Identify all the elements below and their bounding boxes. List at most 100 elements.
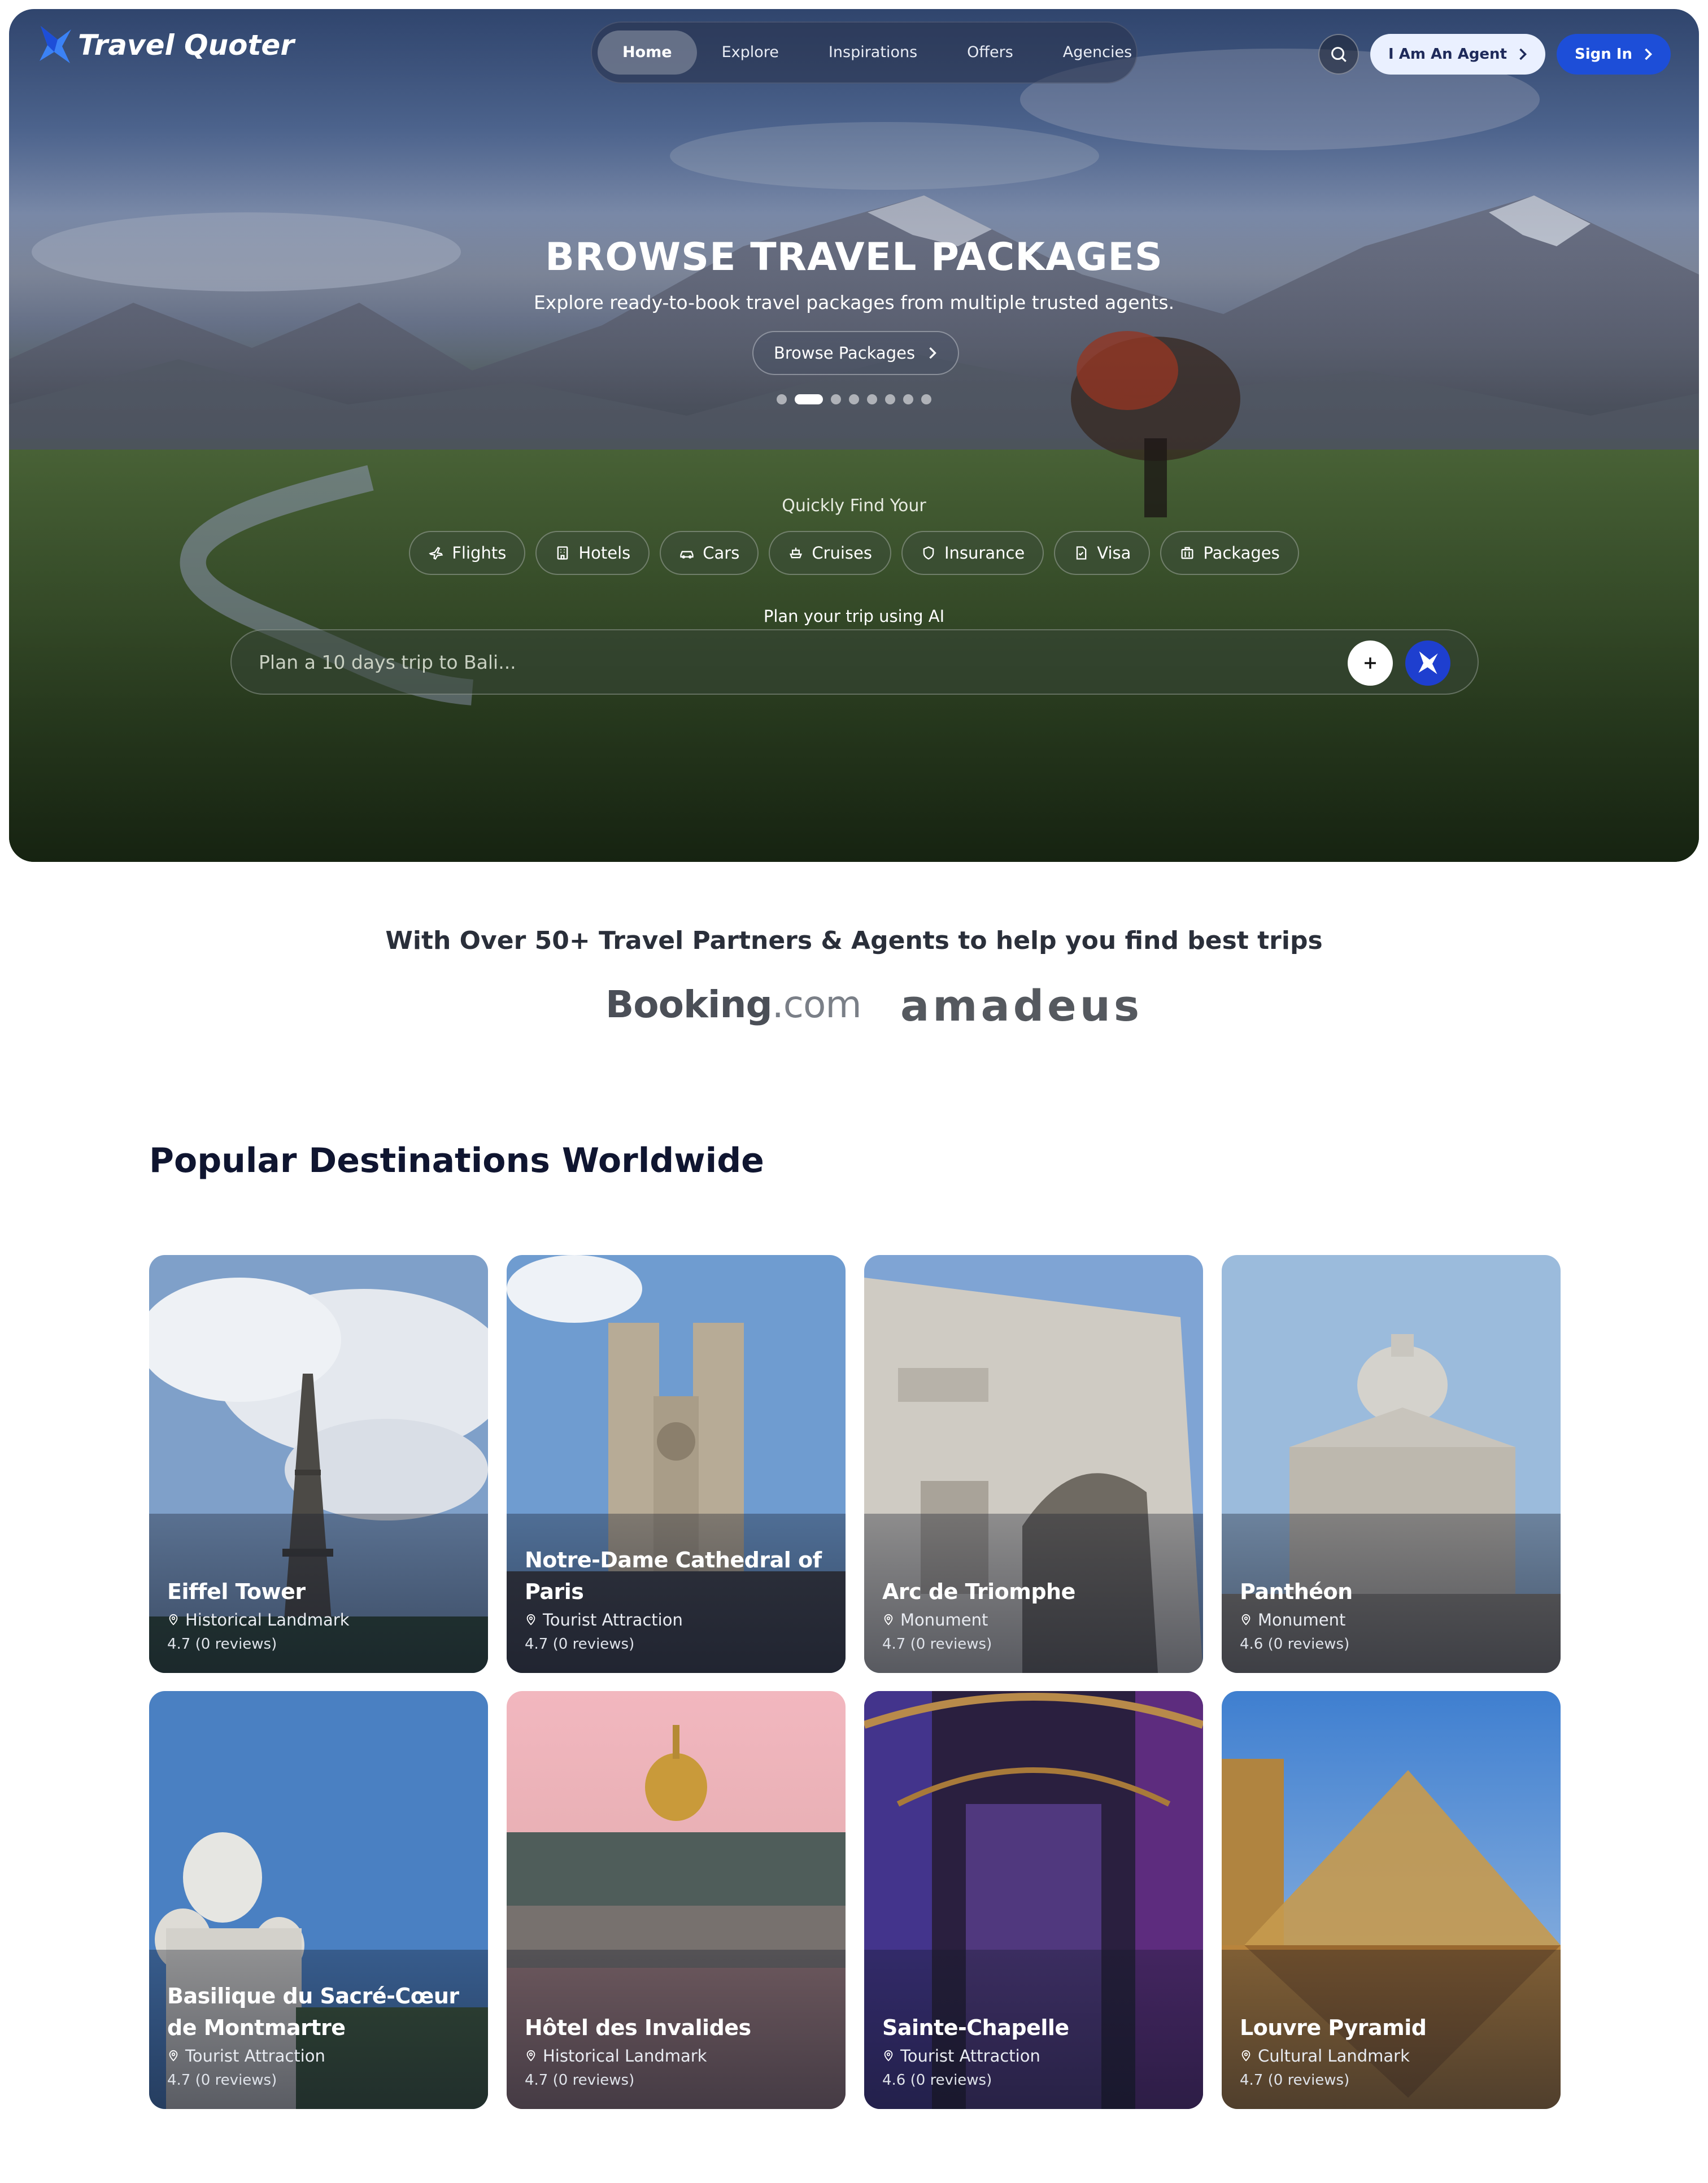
agent-button-label: I Am An Agent: [1388, 46, 1507, 63]
destinations-grid: Eiffel Tower Historical Landmark 4.7 (0 …: [149, 1255, 1561, 2109]
destination-name: Hôtel des Invalides: [525, 2015, 751, 2040]
destination-category-label: Historical Landmark: [543, 2046, 707, 2066]
main-nav: Home Explore Inspirations Offers Agencie…: [591, 21, 1138, 84]
carousel-dot[interactable]: [885, 394, 895, 404]
chip-label: Cars: [703, 543, 740, 563]
carousel-dot[interactable]: [831, 394, 841, 404]
sign-in-label: Sign In: [1575, 46, 1632, 63]
agent-button[interactable]: I Am An Agent: [1370, 34, 1545, 75]
chip-hotels[interactable]: Hotels: [535, 531, 650, 575]
destination-card-arc-de-triomphe[interactable]: Arc de Triomphe Monument 4.7 (0 reviews): [864, 1255, 1203, 1673]
chip-label: Insurance: [944, 543, 1025, 563]
location-pin-icon: [169, 1614, 178, 1626]
carousel-dot[interactable]: [903, 394, 913, 404]
destination-card-invalides[interactable]: Hôtel des Invalides Historical Landmark …: [507, 1691, 846, 2109]
destination-name: Sainte-Chapelle: [882, 2015, 1069, 2040]
location-pin-icon: [1241, 1614, 1250, 1626]
nav-item-agencies[interactable]: Agencies: [1038, 30, 1157, 75]
destinations-title: Popular Destinations Worldwide: [149, 1141, 764, 1180]
destination-name: Basilique du Sacré-Cœur de Montmartre: [167, 1984, 459, 2040]
card-info: Hôtel des Invalides Historical Landmark …: [525, 2012, 832, 2092]
destination-card-eiffel-tower[interactable]: Eiffel Tower Historical Landmark 4.7 (0 …: [149, 1255, 488, 1673]
quick-find-label: Quickly Find Your: [782, 496, 926, 516]
destination-category-label: Monument: [900, 1610, 988, 1629]
chevron-right-icon: [1519, 48, 1527, 60]
card-info: Panthéon Monument 4.6 (0 reviews): [1240, 1576, 1547, 1656]
hero-subtitle: Explore ready-to-book travel packages fr…: [533, 291, 1175, 313]
destination-card-sainte-chapelle[interactable]: Sainte-Chapelle Tourist Attraction 4.6 (…: [864, 1691, 1203, 2109]
add-attachment-button[interactable]: [1348, 640, 1393, 686]
carousel-dot[interactable]: [921, 394, 931, 404]
chip-insurance[interactable]: Insurance: [901, 531, 1044, 575]
destination-name: Louvre Pyramid: [1240, 2015, 1427, 2040]
location-pin-icon: [526, 1614, 535, 1626]
destination-category-label: Tourist Attraction: [900, 2046, 1040, 2066]
browse-packages-button[interactable]: Browse Packages: [752, 331, 959, 375]
location-pin-icon: [884, 2050, 893, 2062]
destination-category: Tourist Attraction: [882, 2043, 1190, 2068]
nav-item-explore[interactable]: Explore: [697, 30, 804, 75]
carousel-dot[interactable]: [849, 394, 859, 404]
card-info: Louvre Pyramid Cultural Landmark 4.7 (0 …: [1240, 2012, 1547, 2092]
carousel-dot[interactable]: [795, 394, 823, 404]
nav-item-inspirations[interactable]: Inspirations: [804, 30, 942, 75]
nav-actions: I Am An Agent Sign In: [1318, 34, 1671, 75]
building-icon: [557, 546, 568, 560]
ai-planner-label: Plan your trip using AI: [763, 607, 945, 626]
plane-icon: [429, 547, 443, 560]
destination-card-louvre-pyramid[interactable]: Louvre Pyramid Cultural Landmark 4.7 (0 …: [1222, 1691, 1561, 2109]
card-info: Sainte-Chapelle Tourist Attraction 4.6 (…: [882, 2012, 1190, 2092]
destination-category-label: Monument: [1258, 1610, 1346, 1629]
destination-category: Historical Landmark: [167, 1607, 474, 1632]
destination-category: Cultural Landmark: [1240, 2043, 1547, 2068]
destination-rating: 4.7 (0 reviews): [167, 1636, 277, 1653]
destination-rating: 4.7 (0 reviews): [882, 1636, 992, 1653]
nav-item-offers[interactable]: Offers: [942, 30, 1038, 75]
destination-rating: 4.7 (0 reviews): [1240, 2072, 1350, 2089]
ai-submit-button[interactable]: [1405, 640, 1450, 686]
card-info: Arc de Triomphe Monument 4.7 (0 reviews): [882, 1576, 1190, 1656]
carousel-dot[interactable]: [867, 394, 877, 404]
chip-flights[interactable]: Flights: [409, 531, 526, 575]
destination-card-sacre-coeur[interactable]: Basilique du Sacré-Cœur de Montmartre To…: [149, 1691, 488, 2109]
star-logo-icon: [40, 26, 71, 63]
destination-name: Arc de Triomphe: [882, 1579, 1075, 1604]
carousel-dot[interactable]: [777, 394, 787, 404]
destination-rating: 4.7 (0 reviews): [525, 2072, 635, 2089]
destination-rating: 4.6 (0 reviews): [882, 2072, 992, 2089]
chip-cruises[interactable]: Cruises: [769, 531, 891, 575]
chip-label: Cruises: [812, 543, 872, 563]
destination-category: Historical Landmark: [525, 2043, 832, 2068]
shield-icon: [923, 546, 934, 560]
chip-cars[interactable]: Cars: [660, 531, 759, 575]
service-chips: Flights Hotels Cars Cruises Insurance Vi…: [9, 531, 1699, 575]
ship-icon: [790, 547, 803, 559]
chip-label: Hotels: [578, 543, 631, 563]
search-button[interactable]: [1318, 34, 1360, 75]
plus-icon: [1365, 657, 1376, 669]
destination-name: Panthéon: [1240, 1579, 1353, 1604]
location-pin-icon: [169, 2050, 178, 2062]
destination-category-label: Tourist Attraction: [185, 2046, 325, 2066]
chip-visa[interactable]: Visa: [1054, 531, 1151, 575]
chip-label: Packages: [1203, 543, 1280, 563]
destination-category-label: Cultural Landmark: [1258, 2046, 1410, 2066]
destination-name: Notre-Dame Cathedral of Paris: [525, 1548, 822, 1604]
destination-category: Monument: [882, 1607, 1190, 1632]
carousel-dots: [9, 394, 1699, 404]
destination-card-pantheon[interactable]: Panthéon Monument 4.6 (0 reviews): [1222, 1255, 1561, 1673]
luggage-icon: [1181, 547, 1193, 559]
hero-shade: [9, 9, 1699, 862]
hero-banner: Travel Quoter Home Explore Inspirations …: [9, 9, 1699, 862]
ai-trip-input[interactable]: [259, 630, 1275, 694]
hero-title: BROWSE TRAVEL PACKAGES: [545, 235, 1163, 280]
brand-logo[interactable]: Travel Quoter: [37, 25, 294, 66]
card-info: Eiffel Tower Historical Landmark 4.7 (0 …: [167, 1576, 474, 1656]
chip-packages[interactable]: Packages: [1160, 531, 1299, 575]
nav-item-home[interactable]: Home: [598, 30, 697, 75]
car-icon: [680, 551, 694, 559]
chip-label: Flights: [452, 543, 507, 563]
destination-card-notre-dame[interactable]: Notre-Dame Cathedral of Paris Tourist At…: [507, 1255, 846, 1673]
chevron-right-icon: [929, 347, 936, 359]
sign-in-button[interactable]: Sign In: [1557, 34, 1671, 75]
